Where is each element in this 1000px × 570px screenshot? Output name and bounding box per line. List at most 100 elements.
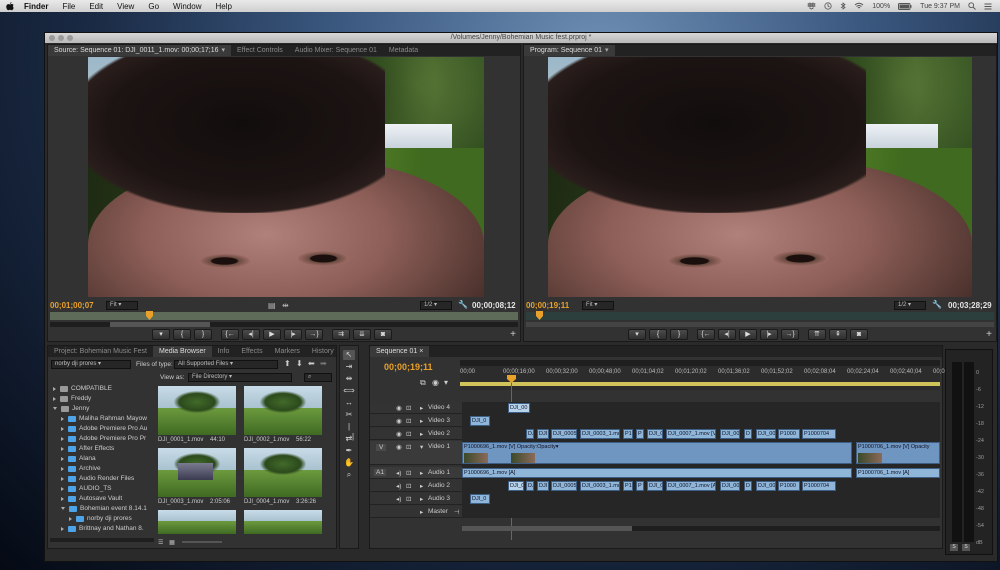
menu-window[interactable]: Window [173,2,201,11]
tab-program[interactable]: Program: Sequence 01 ▾ [524,45,615,56]
disclosure-closed-icon[interactable] [61,456,64,461]
clip-a2[interactable]: DJI_00 [720,481,740,491]
nav-down-icon[interactable]: ⬇ [296,359,303,368]
tree-item[interactable]: norby dji prores [69,514,132,523]
disclosure-closed-icon[interactable] [61,436,64,441]
clip-v1-main[interactable]: P1000696_1.mov [V] Opacity:Opacity▾ [462,442,852,464]
lock-icon[interactable]: ⊡ [406,495,411,503]
track-video-4[interactable]: ◉ ⊡ ▸ Video 4 [370,402,462,414]
disclosure-closed-icon[interactable] [69,516,72,521]
ruler-scroll[interactable] [460,360,940,366]
master-end-icon[interactable]: ⊣ [454,508,460,516]
rate-stretch-tool[interactable]: ↔ [343,398,355,408]
razor-tool[interactable]: ✂ [343,410,355,420]
icon-view-icon[interactable]: ▦ [169,540,175,546]
clip-v2[interactable]: P1000 [778,429,800,439]
source-time-ruler[interactable] [50,312,518,320]
add-marker-button[interactable]: ▾ [628,329,646,340]
clip-v2[interactable]: DJI_0003_1.mov [580,429,620,439]
ripple-edit-tool[interactable]: ⇹ [343,374,355,384]
clip-v2[interactable]: DJI_0 [647,429,663,439]
slip-tool[interactable]: |↔| [343,422,355,441]
tab-source[interactable]: Source: Sequence 01: DJI_0011_1.mov: 00;… [48,45,232,56]
menu-help[interactable]: Help [215,2,231,11]
eye-icon[interactable]: ◉ [396,430,402,438]
source-safe-margins-icon[interactable]: ⇹ [282,301,289,310]
tree-item[interactable]: AUDIO_TS [61,484,112,493]
selection-tool[interactable]: ↖ [343,350,355,360]
snap-icon[interactable]: ⧉ [420,378,426,388]
clip-a2[interactable]: P1 [623,481,633,491]
clip-v2[interactable]: P1 [623,429,633,439]
hand-tool[interactable]: ✋ [343,458,355,468]
dropbox-icon[interactable] [807,2,817,10]
menu-view[interactable]: View [117,2,134,11]
clip-a1-main[interactable]: P1000696_1.mov [A] [462,468,852,478]
track-master[interactable]: ▸ Master ⊣ [370,506,462,518]
program-zoom-select[interactable]: 1/2 ▾ [894,301,926,310]
tree-item[interactable]: Maliha Rahman Mayow [61,414,147,423]
mark-in-button[interactable]: { [649,329,667,340]
export-frame-button[interactable]: ◙ [374,329,392,340]
menu-file[interactable]: File [62,2,75,11]
clip-v2[interactable]: D [744,429,752,439]
clip-v2[interactable]: P [636,429,644,439]
spotlight-icon[interactable] [968,2,976,10]
mark-in-button[interactable]: { [173,329,191,340]
close-window-button[interactable] [49,35,55,41]
tree-item[interactable]: Jenny [53,404,89,413]
clip-v4-1[interactable]: DJI_00 [508,403,530,413]
clip-a2[interactable]: P [636,481,644,491]
expand-icon[interactable]: ▸ [420,482,423,490]
tree-item[interactable]: COMPATIBLE [53,384,112,393]
disclosure-open-icon[interactable] [53,407,57,410]
slide-tool[interactable]: ⇄ [343,434,355,444]
speaker-icon[interactable]: ◂) [396,495,401,503]
program-wrench-icon[interactable]: 🔧 [932,300,942,309]
program-timecode-current[interactable]: 00;00;19;11 [526,301,569,310]
source-fit-select[interactable]: Fit ▾ [106,301,138,310]
eye-icon[interactable]: ◉ [396,404,402,412]
timeline-playhead-icon[interactable] [507,375,516,383]
menu-finder[interactable]: Finder [24,2,48,11]
nav-back-icon[interactable]: ⬅ [308,359,315,368]
lock-icon[interactable]: ⊡ [406,404,411,412]
step-back-button[interactable]: ◂| [718,329,736,340]
go-to-out-button[interactable]: →} [305,329,323,340]
pen-tool[interactable]: ✒ [343,446,355,456]
disclosure-closed-icon[interactable] [61,466,64,471]
tab-sequence-01[interactable]: Sequence 01 × [370,346,430,357]
set-marker-icon[interactable]: ◉ [432,378,439,387]
solo-left-button[interactable]: S [950,544,958,551]
source-playhead-icon[interactable] [146,311,153,320]
mark-out-button[interactable]: } [194,329,212,340]
eye-icon[interactable]: ◉ [396,443,402,451]
track-audio-1[interactable]: A1 ◂) ⊡ ▸ Audio 1 [370,467,462,479]
tree-item[interactable]: Freddy [53,394,91,403]
location-select[interactable]: norby dji prores ▾ [51,360,131,369]
menu-edit[interactable]: Edit [89,2,103,11]
tab-info[interactable]: Info [212,346,236,357]
media-thumbnail[interactable] [158,386,236,435]
lock-icon[interactable]: ⊡ [406,443,411,451]
clip-a2[interactable]: P1000 [778,481,800,491]
chevron-down-icon[interactable]: ▾ [222,45,226,56]
source-video-frame[interactable] [88,57,484,297]
source-zoom-scrollbar[interactable] [50,322,518,327]
media-thumbnail[interactable] [244,386,322,435]
step-back-button[interactable]: ◂| [242,329,260,340]
tab-markers[interactable]: Markers [269,346,306,357]
nav-up-icon[interactable]: ⬆ [284,359,291,368]
tree-item[interactable]: Alana [61,454,96,463]
program-playhead-icon[interactable] [536,311,543,320]
tab-effect-controls[interactable]: Effect Controls [231,45,289,56]
tree-item[interactable]: Autosave Vault [61,494,122,503]
tab-media-browser[interactable]: Media Browser [152,346,212,357]
expand-icon[interactable]: ▸ [420,430,423,438]
disclosure-closed-icon[interactable] [61,426,64,431]
clip-v2[interactable]: DJI_00 [756,429,776,439]
expand-icon[interactable]: ▸ [420,495,423,503]
expand-icon[interactable]: ▸ [420,469,423,477]
tree-item[interactable]: Brittnay and Nathan 8. [61,524,144,533]
disclosure-open-icon[interactable] [61,507,65,510]
